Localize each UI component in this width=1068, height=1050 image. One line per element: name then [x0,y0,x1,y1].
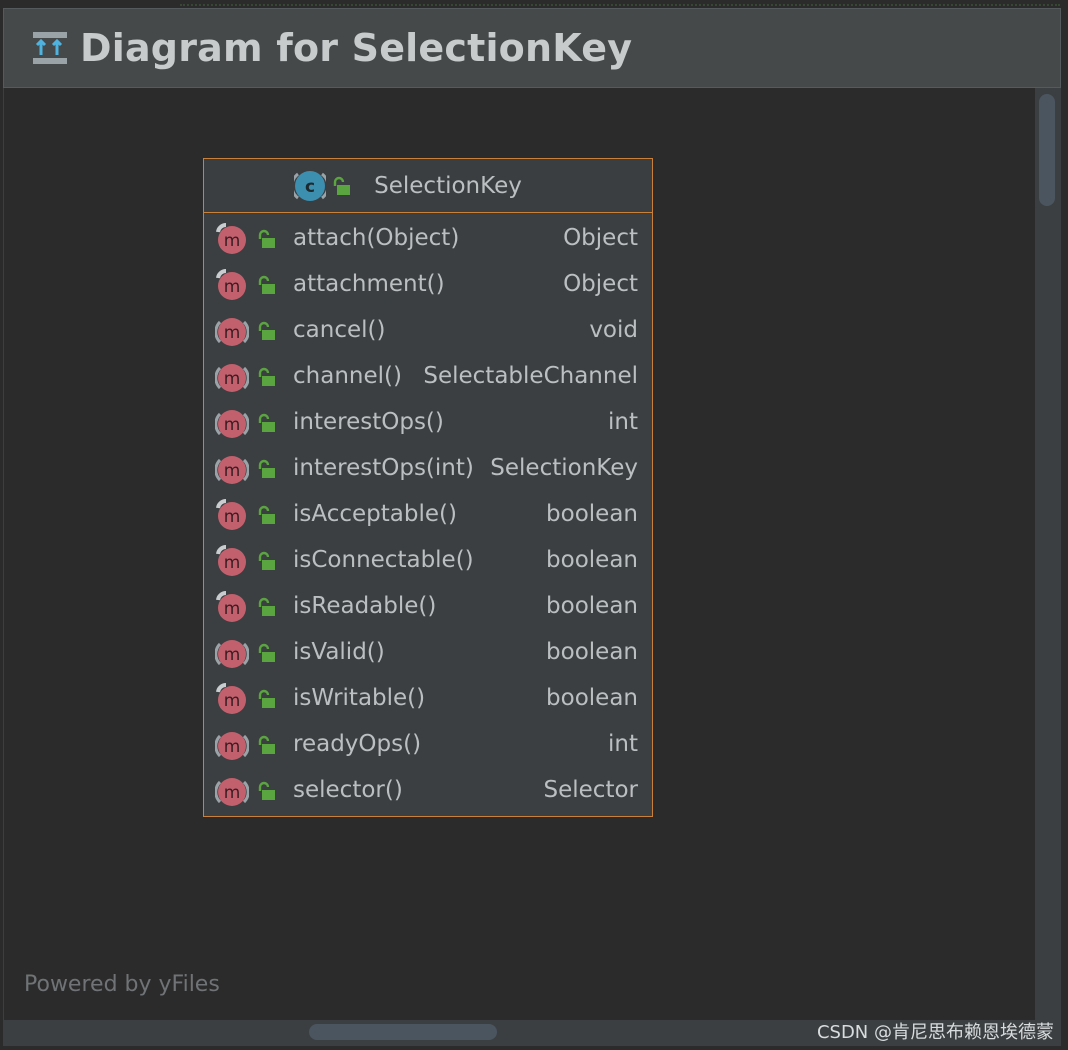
member-name: cancel() [293,317,386,343]
public-lock-icon [258,321,275,340]
member-name: isConnectable() [293,547,474,573]
public-lock-icon [258,505,275,524]
diagram-window: Diagram for SelectionKey c SelectionKey … [0,0,1068,1050]
powered-by-label: Powered by yFiles [24,972,220,997]
svg-text:m: m [224,783,241,803]
member-row[interactable]: m interestOps(int) SelectionKey [204,445,652,491]
public-lock-icon [258,275,275,294]
diagram-icon [32,30,68,66]
method-icon: m [215,732,249,760]
member-name: readyOps() [293,731,422,757]
watermark: CSDN @肯尼思布赖恩埃德蒙 [816,1022,1054,1043]
member-row[interactable]: m interestOps() int [204,399,652,445]
public-lock-icon [258,413,275,432]
window-edge [1061,0,1068,1050]
method-icon: m [215,318,249,346]
member-row[interactable]: m isValid() boolean [204,629,652,675]
member-name: isValid() [293,639,385,665]
background-editor-strip [0,0,1068,8]
method-icon: m [215,410,249,438]
member-type: Object [563,271,638,297]
member-type: boolean [546,685,638,711]
member-name: interestOps(int) [293,455,474,481]
member-row[interactable]: m isAcceptable() boolean [204,491,652,537]
class-node-header: c SelectionKey [204,159,652,213]
svg-text:m: m [224,369,241,389]
member-row[interactable]: m cancel() void [204,307,652,353]
svg-text:m: m [224,737,241,757]
svg-text:c: c [305,177,315,197]
public-lock-icon [258,367,275,386]
class-name: SelectionKey [374,172,522,199]
vertical-scrollbar[interactable] [1035,88,1061,1020]
vertical-scroll-thumb[interactable] [1039,94,1055,206]
abstract-method-icon: m [216,683,246,714]
svg-text:m: m [224,507,241,527]
class-icon: c [294,170,327,201]
class-node-selectionkey[interactable]: c SelectionKey m attach(Object) Object m att… [203,158,653,817]
svg-text:m: m [224,231,241,251]
method-icon: m [215,364,249,392]
abstract-method-icon: m [216,223,246,254]
diagram-title-bar: Diagram for SelectionKey [3,8,1061,88]
public-lock-icon [258,781,275,800]
member-name: isAcceptable() [293,501,457,527]
member-row[interactable]: m attachment() Object [204,261,652,307]
member-type: boolean [546,593,638,619]
member-row[interactable]: m selector() Selector [204,767,652,813]
member-type: boolean [546,639,638,665]
member-row[interactable]: m channel() SelectableChannel [204,353,652,399]
abstract-method-icon: m [216,545,246,576]
public-lock-icon [333,176,351,195]
svg-text:m: m [224,277,241,297]
member-name: channel() [293,363,402,389]
member-type: Object [563,225,638,251]
member-name: attach(Object) [293,225,460,251]
method-icon: m [215,778,249,806]
member-name: isWritable() [293,685,426,711]
svg-text:m: m [224,461,241,481]
abstract-method-icon: m [216,591,246,622]
public-lock-icon [258,689,275,708]
member-name: selector() [293,777,403,803]
member-type: boolean [546,547,638,573]
abstract-method-icon: m [216,499,246,530]
member-type: SelectableChannel [423,363,638,389]
member-name: isReadable() [293,593,437,619]
member-row[interactable]: m attach(Object) Object [204,215,652,261]
member-row[interactable]: m isConnectable() boolean [204,537,652,583]
member-type: Selector [543,777,638,803]
member-row[interactable]: m readyOps() int [204,721,652,767]
member-type: boolean [546,501,638,527]
svg-text:m: m [224,323,241,343]
public-lock-icon [258,597,275,616]
member-type: int [608,731,638,757]
method-icon: m [215,456,249,484]
public-lock-icon [258,459,275,478]
public-lock-icon [258,551,275,570]
member-list: m attach(Object) Object m attachment() Object… [204,213,652,813]
svg-text:m: m [224,415,241,435]
svg-text:m: m [224,553,241,573]
public-lock-icon [258,735,275,754]
member-type: int [608,409,638,435]
member-name: attachment() [293,271,445,297]
member-row[interactable]: m isReadable() boolean [204,583,652,629]
horizontal-scroll-thumb[interactable] [309,1024,497,1040]
diagram-title: Diagram for SelectionKey [80,26,633,70]
svg-text:m: m [224,599,241,619]
public-lock-icon [258,643,275,662]
svg-text:m: m [224,691,241,711]
member-row[interactable]: m isWritable() boolean [204,675,652,721]
member-name: interestOps() [293,409,444,435]
public-lock-icon [258,229,275,248]
svg-text:m: m [224,645,241,665]
member-type: void [589,317,638,343]
abstract-method-icon: m [216,269,246,300]
member-type: SelectionKey [490,455,638,481]
method-icon: m [215,640,249,668]
